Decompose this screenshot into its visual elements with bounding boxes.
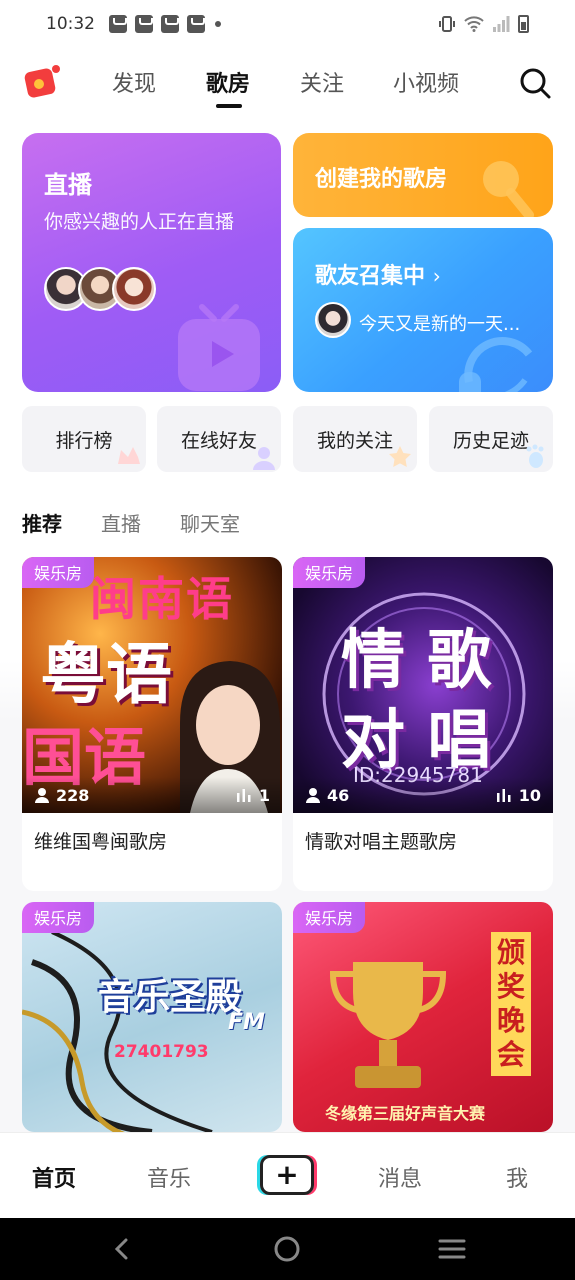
room-name: 情歌对唱主题歌房 <box>305 831 458 853</box>
create-plus-button[interactable]: + <box>260 1155 314 1195</box>
tab-recommend[interactable]: 推荐 <box>22 508 62 537</box>
quick-link-label: 排行榜 <box>55 429 113 452</box>
more-notifications-dot <box>215 21 221 27</box>
live-card-title: 直播 <box>44 171 92 199</box>
red-envelope-logo-icon[interactable] <box>24 64 62 100</box>
status-right <box>438 15 529 33</box>
system-nav-bar <box>0 1218 575 1280</box>
quick-link-my-follows[interactable]: 我的关注 <box>293 406 417 472</box>
back-icon[interactable] <box>110 1237 134 1261</box>
cover-text: 27401793 <box>114 1042 209 1062</box>
audio-bars-icon <box>236 789 251 802</box>
room-tag: 娱乐房 <box>22 902 95 933</box>
create-room-card[interactable]: 创建我的歌房 <box>293 133 553 217</box>
quick-link-label: 在线好友 <box>180 429 257 452</box>
quick-link-history[interactable]: 历史足迹 <box>429 406 553 472</box>
status-time: 10:32 <box>46 14 95 34</box>
trophy-icon <box>329 962 447 1088</box>
live-card[interactable]: 直播 你感兴趣的人正在直播 <box>22 133 281 392</box>
room-cover: 娱乐房 颁奖晚会 冬缘第三届好声音大赛 <box>293 902 553 1132</box>
cover-text: 情 歌 <box>341 624 492 698</box>
avatar <box>315 302 351 338</box>
tab-chat-room[interactable]: 聊天室 <box>180 508 240 537</box>
notification-icon <box>161 15 179 33</box>
bottom-nav-me[interactable]: 我 <box>506 1161 528 1193</box>
room-cover: 娱乐房 闽南语 粤语 国语 228 1 <box>22 557 282 813</box>
room-stats: 46 10 <box>293 777 553 813</box>
room-stats: 228 1 <box>22 777 282 813</box>
bottom-nav-messages[interactable]: 消息 <box>378 1161 422 1193</box>
cover-text: 粤语 <box>40 636 172 713</box>
cover-text: FM <box>228 1010 265 1035</box>
friend-icon <box>253 447 275 470</box>
bottom-nav: 首页 音乐 + 消息 我 <box>0 1132 575 1218</box>
quick-link-ranking[interactable]: 排行榜 <box>22 406 146 472</box>
user-icon <box>35 788 49 803</box>
audio-bars-icon <box>496 789 511 802</box>
microphone-icon <box>483 161 534 217</box>
cover-text: 冬缘第三届好声音大赛 <box>325 1104 486 1123</box>
home-icon[interactable] <box>274 1236 300 1262</box>
live-avatars <box>44 267 156 311</box>
active-tab-indicator <box>216 104 242 108</box>
notification-icon <box>135 15 153 33</box>
recent-apps-icon[interactable] <box>438 1238 466 1260</box>
tab-discover[interactable]: 发现 <box>112 66 156 98</box>
signal-icon <box>493 16 510 32</box>
room-tag: 娱乐房 <box>293 557 366 588</box>
room-tag: 娱乐房 <box>293 902 366 933</box>
tv-play-icon <box>178 304 260 391</box>
tab-following[interactable]: 关注 <box>300 66 344 98</box>
wifi-icon <box>464 16 484 32</box>
room-mic-count: 10 <box>496 786 541 805</box>
star-icon <box>389 446 411 467</box>
chevron-right-icon: › <box>432 264 441 288</box>
bottom-nav-music[interactable]: 音乐 <box>147 1161 191 1193</box>
tab-short-video[interactable]: 小视频 <box>393 66 459 98</box>
cover-text: 闽南语 <box>90 572 234 626</box>
search-icon[interactable] <box>518 66 552 100</box>
room-user-count: 228 <box>34 786 89 805</box>
main-content: 直播 你感兴趣的人正在直播 创建我的歌房 歌友召集中 › 今天又是新的一天... <box>0 120 575 1132</box>
room-tag: 娱乐房 <box>22 557 95 588</box>
quick-link-label: 我的关注 <box>316 429 393 452</box>
notification-icon <box>109 15 127 33</box>
room-name: 维维国粤闽歌房 <box>34 831 168 853</box>
bottom-nav-home[interactable]: 首页 <box>32 1161 76 1193</box>
room-card[interactable]: 娱乐房 闽南语 粤语 国语 228 1 维维国粤闽歌房 <box>22 557 282 891</box>
battery-icon <box>518 15 529 33</box>
tab-live[interactable]: 直播 <box>101 508 141 537</box>
status-bar: 10:32 <box>0 0 575 48</box>
room-cover: 娱乐房 音乐圣殿 FM 27401793 <box>22 902 282 1132</box>
headset-icon <box>459 337 533 392</box>
room-cover: 娱乐房 情 歌 对 唱 ID:22945781 46 10 <box>293 557 553 813</box>
quick-link-label: 历史足迹 <box>452 429 529 452</box>
create-room-title: 创建我的歌房 <box>315 167 448 192</box>
footprint-icon <box>526 444 544 468</box>
room-mic-count: 1 <box>236 786 270 805</box>
cover-text: 音乐圣殿 <box>98 977 243 1018</box>
quick-links: 排行榜 在线好友 我的关注 历史足迹 <box>22 406 553 472</box>
gather-card[interactable]: 歌友召集中 › 今天又是新的一天... <box>293 228 553 392</box>
top-nav: 发现 歌房 关注 小视频 <box>0 48 575 120</box>
tab-song-room[interactable]: 歌房 <box>206 66 250 98</box>
room-card[interactable]: 娱乐房 颁奖晚会 冬缘第三届好声音大赛 <box>293 902 553 1132</box>
vibrate-icon <box>439 16 455 32</box>
room-card[interactable]: 娱乐房 音乐圣殿 FM 27401793 <box>22 902 282 1132</box>
cover-text: 颁奖晚会 <box>491 932 531 1076</box>
live-card-subtitle: 你感兴趣的人正在直播 <box>44 211 235 233</box>
notification-icon <box>187 15 205 33</box>
room-card[interactable]: 娱乐房 情 歌 对 唱 ID:22945781 46 10 情歌对唱主题歌房 <box>293 557 553 891</box>
room-user-count: 46 <box>305 786 349 805</box>
user-icon <box>306 788 320 803</box>
gather-card-title: 歌友召集中 › <box>315 264 441 289</box>
quick-link-online-friends[interactable]: 在线好友 <box>157 406 281 472</box>
avatar <box>112 267 156 311</box>
crown-icon <box>118 447 140 464</box>
